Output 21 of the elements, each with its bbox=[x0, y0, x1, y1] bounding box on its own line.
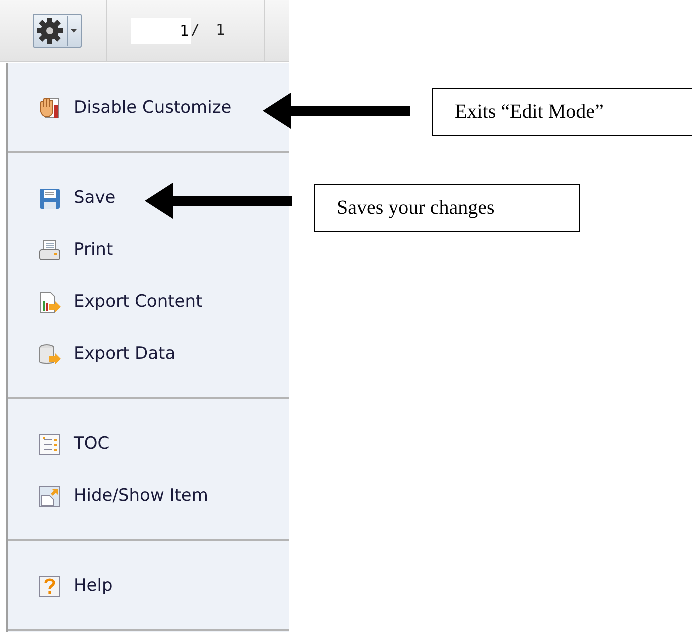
hand-icon bbox=[38, 97, 62, 121]
printer-icon bbox=[38, 239, 62, 263]
menu-item[interactable]: Export Content bbox=[34, 277, 207, 329]
list-icon bbox=[38, 433, 62, 457]
menu-item[interactable]: Print bbox=[34, 225, 118, 277]
page-total: 1 bbox=[216, 20, 226, 42]
menu-item[interactable]: Help bbox=[34, 561, 117, 613]
callout-box: Exits “Edit Mode” bbox=[432, 88, 692, 136]
menu-item[interactable]: Disable Customize bbox=[34, 83, 236, 135]
page-number-field[interactable]: 1 bbox=[131, 18, 191, 44]
callout-box: Saves your changes bbox=[314, 184, 580, 232]
document-arrow-icon bbox=[38, 291, 62, 315]
settings-button[interactable] bbox=[33, 14, 82, 48]
menu-item[interactable]: TOC bbox=[34, 419, 114, 471]
database-arrow-icon bbox=[38, 343, 62, 367]
menu-item[interactable]: Hide/Show Item bbox=[34, 471, 212, 523]
menu-item[interactable]: Save bbox=[34, 173, 120, 225]
question-mark-icon bbox=[38, 575, 62, 599]
page-separator: / bbox=[191, 20, 200, 42]
gear-icon bbox=[35, 16, 65, 46]
menu-item[interactable]: Export Data bbox=[34, 329, 180, 381]
